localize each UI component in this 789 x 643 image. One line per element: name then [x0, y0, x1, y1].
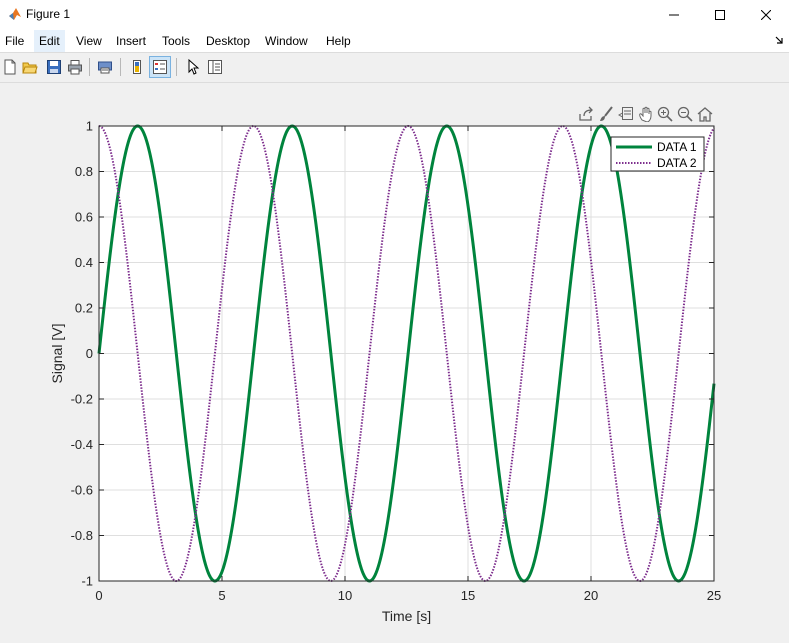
legend[interactable]: DATA 1 DATA 2: [610, 136, 705, 172]
y-tick-label: 0.8: [75, 164, 93, 179]
x-tick-label: 25: [707, 588, 721, 603]
y-tick-label: 0.4: [75, 255, 93, 270]
x-tick-label: 20: [584, 588, 598, 603]
x-tick-label: 15: [461, 588, 475, 603]
y-tick-label: -0.4: [71, 437, 93, 452]
legend-entry-1: DATA 1: [657, 140, 697, 154]
y-tick-label: 0: [86, 346, 93, 361]
x-tick-label: 0: [95, 588, 102, 603]
y-tick-label: -0.2: [71, 392, 93, 407]
y-tick-label: -1: [81, 574, 93, 589]
legend-entry-2: DATA 2: [657, 156, 697, 170]
y-tick-label: 1: [86, 119, 93, 134]
y-tick-label: 0.6: [75, 210, 93, 225]
y-tick-label: 0.2: [75, 301, 93, 316]
x-tick-label: 5: [218, 588, 225, 603]
y-axis-label: Signal [V]: [49, 324, 65, 384]
y-tick-label: -0.8: [71, 528, 93, 543]
x-axis-label: Time [s]: [382, 608, 431, 624]
x-tick-label: 10: [338, 588, 352, 603]
plot-canvas: 0 5 10 15 20 25 -1 -0.8 -0.6 -0.4 -0.2 0 0.2 0.4 0.6 0.…: [49, 119, 721, 625]
y-tick-label: -0.6: [71, 483, 93, 498]
